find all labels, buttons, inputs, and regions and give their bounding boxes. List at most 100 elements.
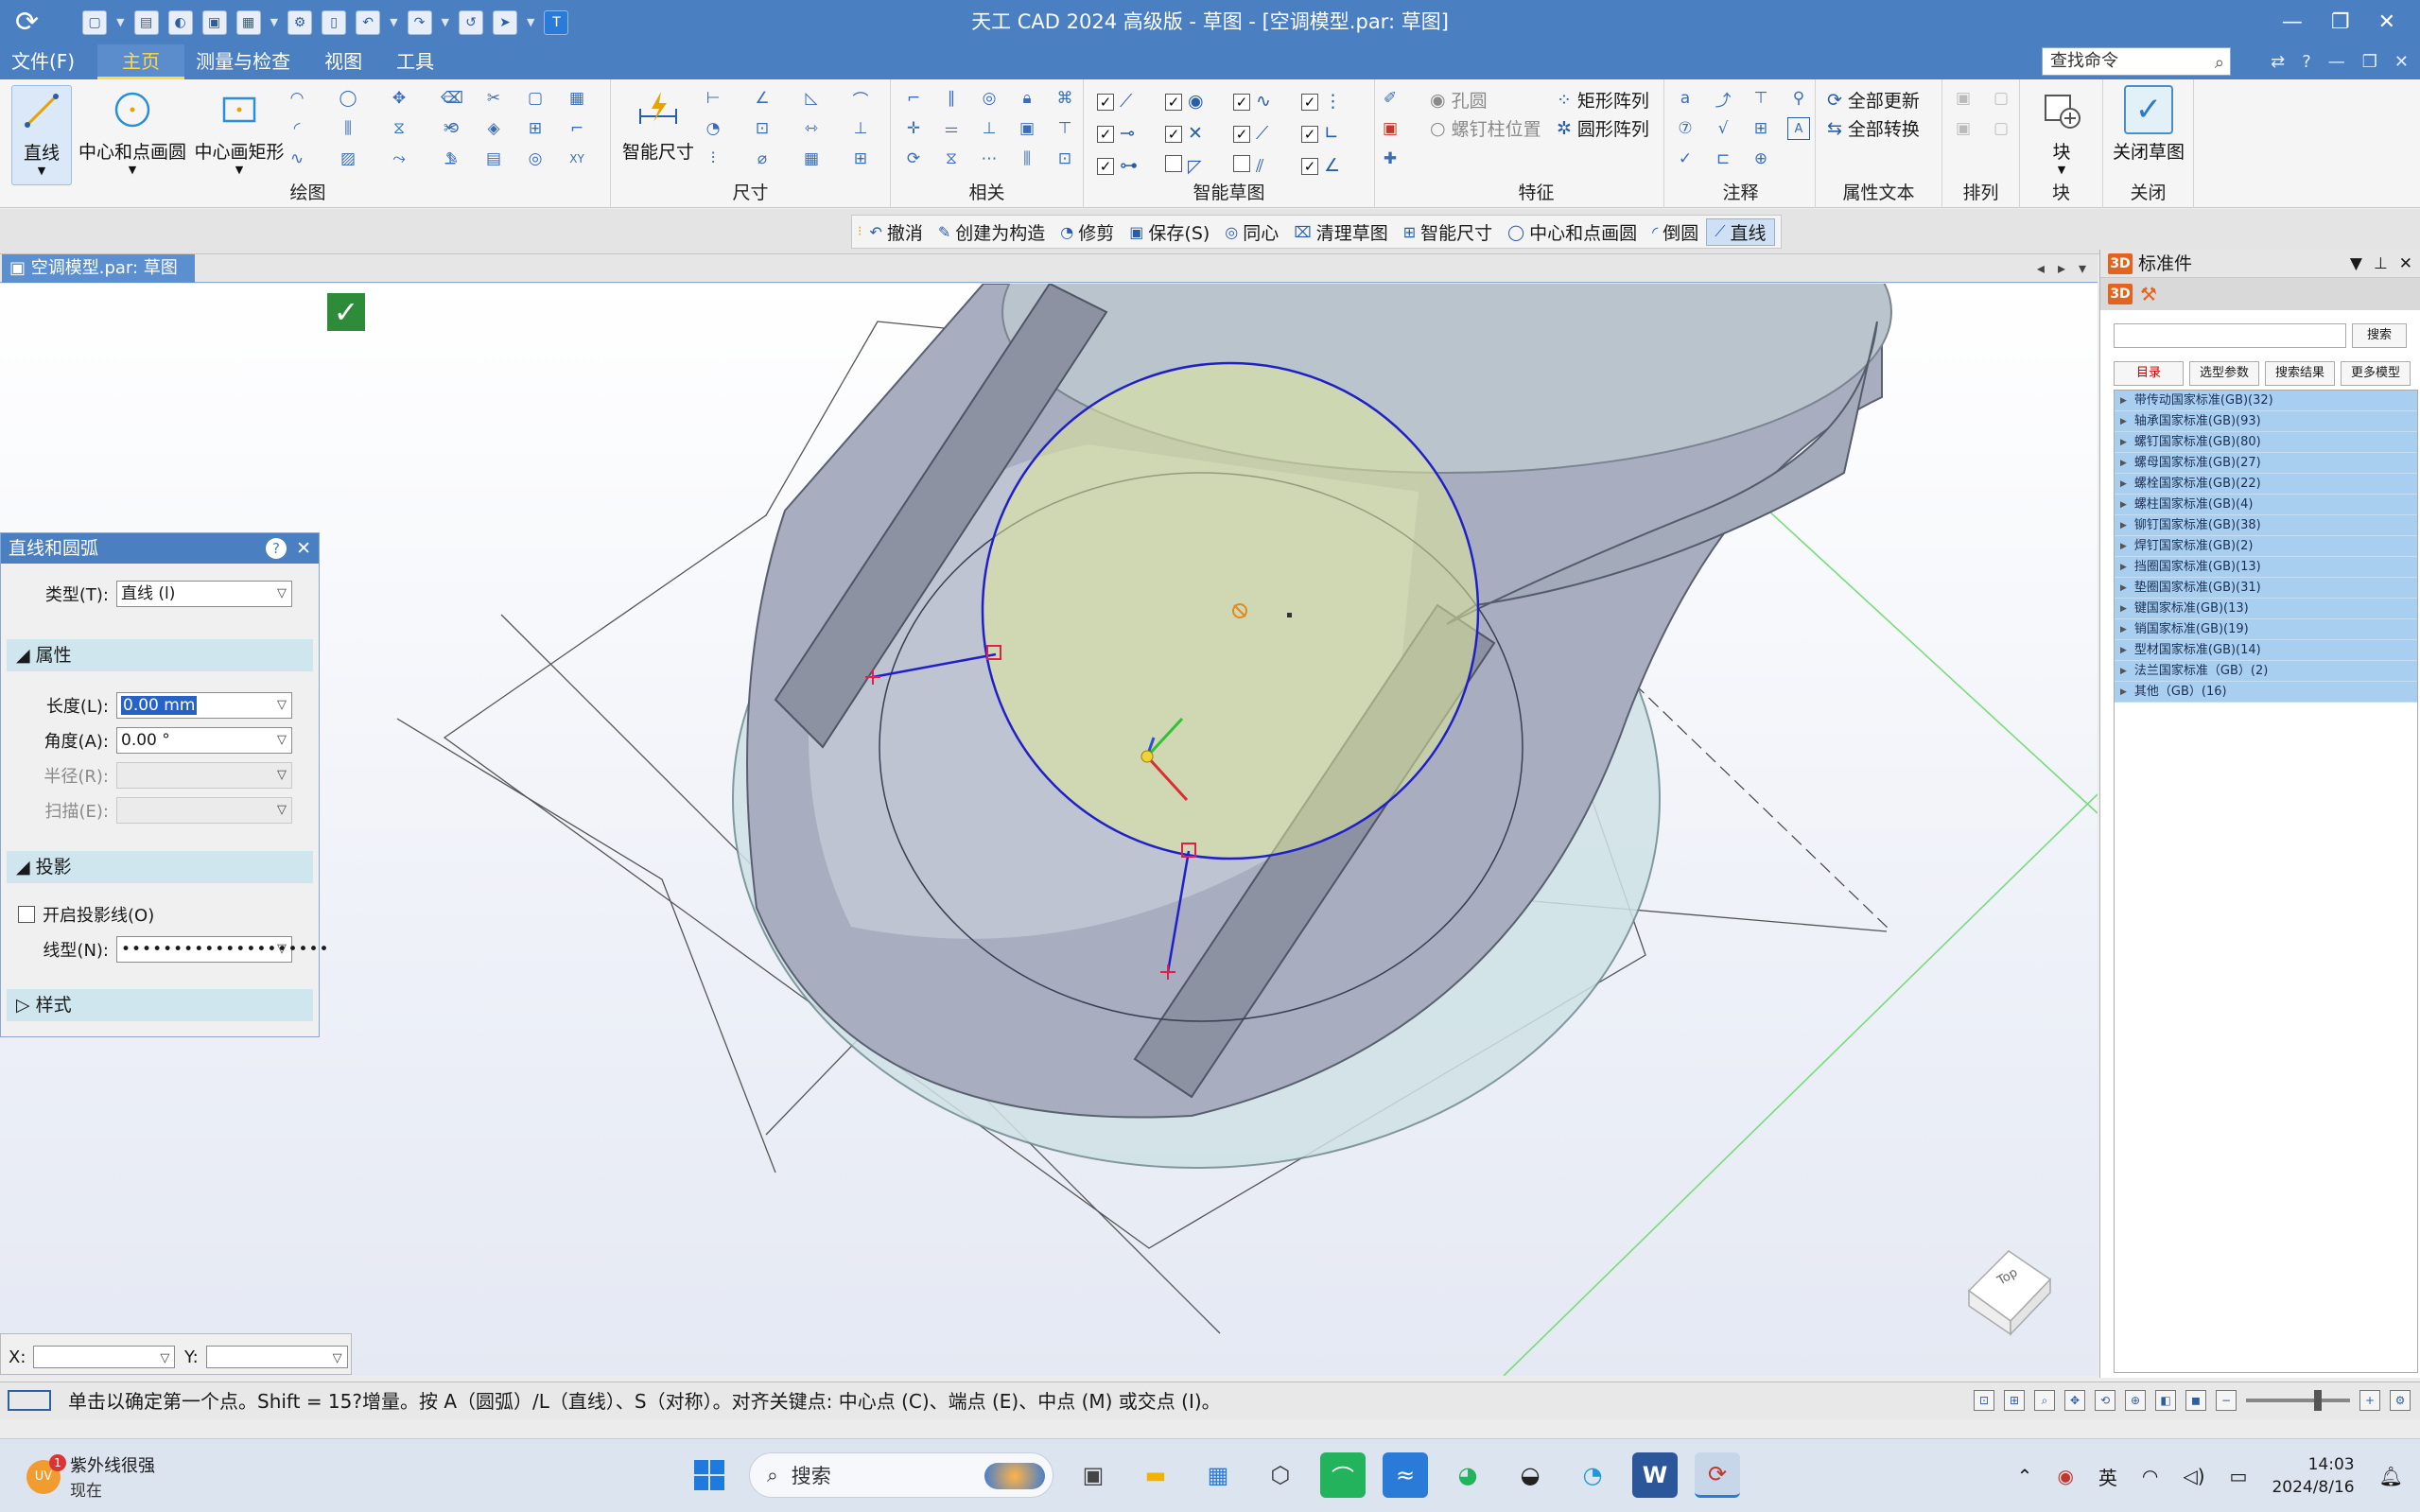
rect-array-button[interactable]: ⁘ 矩形阵列 [1557,87,1649,113]
menu-view[interactable]: 视图 [313,44,385,79]
select-arrow-icon[interactable]: ➤ [493,9,518,35]
hole-radio[interactable]: ◉ 孔圆 [1430,87,1488,113]
fit-view-icon[interactable]: ⊡ [1974,1390,1994,1411]
tree-item[interactable]: ▶ 法兰国家标准（GB）(2) [2115,661,2417,682]
chevron-down-icon[interactable]: ▼ [390,16,397,28]
save-icon[interactable]: ▣ [201,9,227,35]
restore-icon[interactable]: ❐ [2331,10,2350,34]
notification-bell-icon[interactable]: 🔔︎ [2379,1465,2403,1487]
tab-selection-params[interactable]: 选型参数 [2189,361,2259,386]
close-doc-icon[interactable]: ◐ [167,9,193,35]
snap-endpoint-toggle[interactable]: ✓ ⟋ [1097,91,1165,112]
horizontal-dim-icon[interactable]: ⊢ [702,87,724,110]
open-folder-icon[interactable]: ▤ [133,9,159,35]
start-icon[interactable] [687,1452,732,1498]
panel-menu-icon[interactable]: ▼ [2350,250,2362,278]
projection-checkbox[interactable] [18,906,35,923]
hammer-icon[interactable]: ⚒ [2140,283,2157,305]
wifi-icon[interactable]: ◠ [2142,1465,2158,1487]
chevron-down-icon[interactable]: ▼ [270,16,278,28]
bolt-hole-icon[interactable]: ⊕ [1750,148,1772,170]
chain-dim-icon[interactable]: ⫶ [702,148,724,170]
convert-all-button[interactable]: ⇆ 全部转换 [1827,115,1920,141]
projection-section-header[interactable]: ◢ 投影 [7,851,313,883]
accept-sketch-button[interactable]: ✓ [327,293,365,331]
tree-item[interactable]: ▶ 焊钉国家标准(GB)(2) [2115,536,2417,557]
wechat-icon[interactable]: ◕ [1445,1452,1490,1498]
collinear-icon[interactable]: ⟳ [902,148,925,170]
cmd-construction[interactable]: ✎ 创建为构造 [931,219,1053,245]
coordinate-dim-icon[interactable]: ⊡ [751,117,774,140]
tree-item[interactable]: ▶ 键国家标准(GB)(13) [2115,599,2417,619]
angle-dim-icon[interactable]: ∠ [751,87,774,110]
help-icon[interactable]: ? [2302,52,2311,72]
feature-control-icon[interactable]: ⊞ [1750,117,1772,140]
tab-more-models[interactable]: 更多模型 [2341,361,2411,386]
taskbar-search[interactable]: ⌕ 搜索 [749,1452,1053,1498]
cmd-clean-sketch[interactable]: ⌧ 清理草图 [1286,219,1395,245]
block-button[interactable]: 块 ▼ [2033,85,2090,176]
snap-center-toggle[interactable]: ✓ ◉ [1165,91,1233,112]
send-back-icon[interactable]: ▢ [1990,87,2012,110]
menu-file[interactable]: 文件(F) [0,44,97,79]
tree-item[interactable]: ▶ 螺母国家标准(GB)(27) [2115,453,2417,474]
concentric-icon[interactable]: ◎ [978,87,1001,110]
send-backward-icon[interactable]: ▢ [1990,117,2012,140]
view-cube[interactable]: Top [1956,1234,2060,1338]
crosshair-icon[interactable]: ✚ [1379,148,1402,170]
ordinate-icon[interactable]: ⊥ [849,117,872,140]
qq-icon[interactable]: ◒ [1507,1452,1553,1498]
word-icon[interactable]: W [1632,1452,1678,1498]
update-all-button[interactable]: ⟳ 全部更新 [1827,87,1920,113]
snap-angle-toggle[interactable]: ✓ ∠ [1301,155,1369,177]
midpoint-icon[interactable]: ⋯ [978,148,1001,170]
app-cube-icon[interactable]: ⬡ [1258,1452,1303,1498]
snap-point-toggle[interactable]: ✓ ⊶ [1097,155,1165,177]
xy-icon[interactable]: XY [566,148,588,170]
hatch-icon[interactable]: ▤ [482,148,505,170]
rotate-view-icon[interactable]: ⟲ [2095,1390,2115,1411]
rigid-icon[interactable]: ▣ [1016,117,1038,140]
volume-icon[interactable]: ◁) [2183,1465,2204,1487]
highlight-icon[interactable]: ▣ [1379,117,1402,140]
cmd-undo[interactable]: ↶ 撤消 [862,219,930,245]
view-options-icon[interactable]: ⚙ [2390,1390,2411,1411]
cmd-fillet[interactable]: ◜ 倒圆 [1645,219,1706,245]
input-method-indicator[interactable]: 英 [2098,1463,2117,1490]
center-circle-button[interactable]: 中心和点画圆 ▼ [74,85,191,176]
symmetry-axis-icon[interactable]: ⫼ [1016,148,1038,170]
parallel-icon[interactable]: ∥ [940,87,963,110]
brush-icon[interactable]: ✐ [1379,87,1402,110]
weld-icon[interactable]: ⚲ [1787,87,1810,110]
document-tab[interactable]: ▣ 空调模型.par: 草图 [2,254,195,283]
y-input[interactable]: ▽ [205,1346,348,1368]
stud-radio[interactable]: ○ 螺钉柱位置 [1430,115,1541,141]
3d-parts-icon[interactable]: 3D [2108,284,2133,304]
x-input[interactable]: ▽ [33,1346,176,1368]
eraser-icon[interactable]: ⌫ [441,87,463,110]
curve-icon[interactable]: ∿ [286,148,308,170]
lock-icon[interactable]: 🔒︎ [1016,87,1038,110]
bring-forward-icon[interactable]: ▣ [1952,117,1975,140]
tree-item[interactable]: ▶ 螺栓国家标准(GB)(22) [2115,474,2417,495]
text-tool-icon[interactable]: T [544,9,569,35]
find-command-input[interactable]: 查找命令 ⌕ [2042,47,2231,76]
chamfer-dim-icon[interactable]: ◺ [800,87,823,110]
file-explorer-icon[interactable]: ▬ [1133,1452,1178,1498]
close-icon[interactable]: ✕ [2399,250,2412,278]
snap-quadrant-toggle[interactable]: ◸ [1165,155,1233,177]
snap-nearest-toggle[interactable]: ⫽ [1233,155,1301,177]
snap-tangent-toggle[interactable]: ✓ ⟋ [1233,123,1301,144]
cmd-trim[interactable]: ◔ 修剪 [1053,219,1122,245]
tree-item[interactable]: ▶ 铆钉国家标准(GB)(38) [2115,515,2417,536]
callout-icon[interactable]: a [1674,87,1697,110]
view-orient-icon[interactable]: ⊕ [2125,1390,2146,1411]
zoom-icon[interactable]: ⌕ [2034,1390,2055,1411]
cmd-concentric[interactable]: ◎ 同心 [1217,219,1286,245]
pin-icon[interactable]: ⊥ [2374,250,2388,278]
new-file-icon[interactable]: ▢ [82,9,108,35]
angle-input[interactable]: 0.00 ° ▽ [116,727,292,754]
sync-icon[interactable]: ⇄ [2271,52,2285,72]
zoom-area-icon[interactable]: ⊞ [2004,1390,2025,1411]
tangent-icon[interactable]: ⊤ [1053,117,1076,140]
